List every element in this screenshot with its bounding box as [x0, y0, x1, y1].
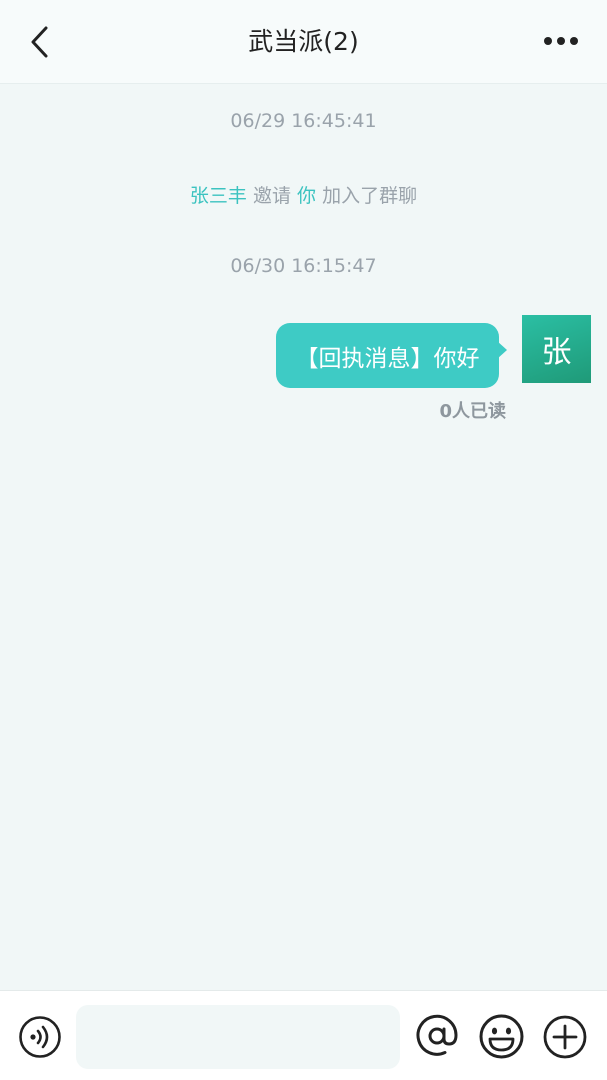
- message-input[interactable]: [76, 1005, 400, 1069]
- plus-button[interactable]: [542, 1014, 588, 1060]
- system-verb: 邀请: [246, 185, 298, 207]
- system-message: 张三丰 邀请 你 加入了群聊: [0, 181, 607, 208]
- input-bar: [0, 990, 607, 1080]
- message-timestamp: 06/29 16:45:41: [230, 110, 377, 132]
- emoji-icon: [479, 1014, 524, 1059]
- avatar[interactable]: 张: [522, 315, 591, 383]
- voice-button[interactable]: [18, 1015, 62, 1059]
- message-timestamp: 06/30 16:15:47: [230, 255, 377, 277]
- invitee-name[interactable]: 你: [297, 185, 316, 207]
- more-dots-icon: [544, 37, 578, 45]
- more-button[interactable]: [541, 26, 581, 56]
- bubble-tail: [497, 341, 507, 359]
- at-icon: [416, 1014, 458, 1056]
- page-title: 武当派(2): [248, 27, 359, 56]
- mention-button[interactable]: [414, 1013, 460, 1059]
- system-rest: 加入了群聊: [316, 185, 418, 207]
- top-bar: 武当派(2): [0, 0, 607, 84]
- plus-icon: [543, 1015, 587, 1059]
- outgoing-message-bubble[interactable]: 【回执消息】你好: [276, 323, 499, 388]
- inviter-name[interactable]: 张三丰: [190, 185, 247, 207]
- read-status[interactable]: 0人已读: [400, 397, 506, 423]
- voice-icon: [19, 1016, 61, 1058]
- emoji-button[interactable]: [478, 1013, 525, 1060]
